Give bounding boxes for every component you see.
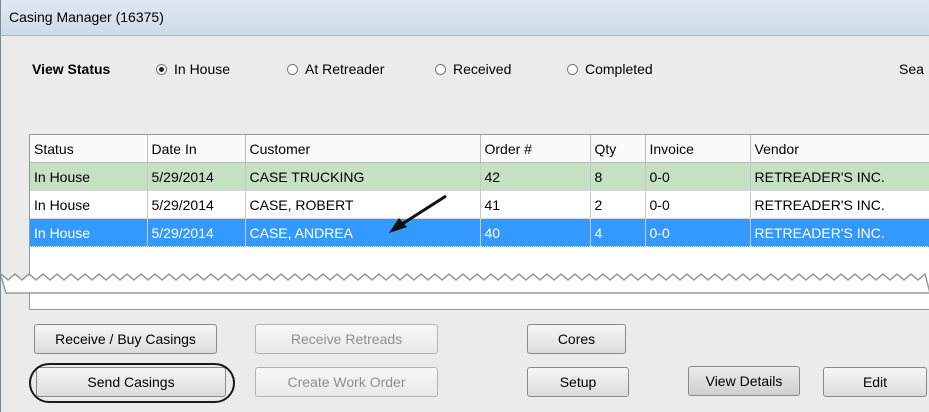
- radio-icon: [567, 64, 578, 75]
- table-row-selected[interactable]: In House 5/29/2014 CASE, ANDREA 40 4 0-0…: [30, 218, 929, 247]
- create-work-order-button[interactable]: Create Work Order: [255, 367, 438, 397]
- column-header-customer[interactable]: Customer: [245, 135, 481, 163]
- edit-button[interactable]: Edit: [823, 367, 927, 397]
- cell-vendor: RETREADER'S INC.: [750, 162, 929, 191]
- cell-qty: 4: [590, 218, 646, 247]
- cell-status: In House: [30, 190, 148, 219]
- cell-date-in: 5/29/2014: [147, 190, 246, 219]
- view-details-button[interactable]: View Details: [688, 366, 800, 396]
- cell-invoice: 0-0: [645, 190, 751, 219]
- title-bar: Casing Manager (16375): [1, 0, 929, 36]
- receive-retreads-button[interactable]: Receive Retreads: [255, 324, 438, 354]
- table-row[interactable]: In House 5/29/2014 CASE, ROBERT 41 2 0-0…: [30, 190, 929, 219]
- cell-order: 42: [480, 162, 591, 191]
- column-header-invoice[interactable]: Invoice: [645, 135, 751, 163]
- radio-received[interactable]: Received: [435, 61, 511, 77]
- cell-invoice: 0-0: [645, 162, 751, 191]
- receive-buy-casings-button[interactable]: Receive / Buy Casings: [34, 324, 217, 354]
- radio-icon: [435, 64, 446, 75]
- table-row[interactable]: In House 5/29/2014 CASE TRUCKING 42 8 0-…: [30, 162, 929, 191]
- cell-qty: 8: [590, 162, 646, 191]
- radio-completed[interactable]: Completed: [567, 61, 653, 77]
- cell-qty: 2: [590, 190, 646, 219]
- cores-button[interactable]: Cores: [527, 324, 626, 354]
- cell-status: In House: [30, 218, 148, 247]
- radio-in-house[interactable]: In House: [156, 61, 230, 77]
- column-header-status[interactable]: Status: [30, 135, 148, 163]
- casing-manager-window: Casing Manager (16375) View Status In Ho…: [0, 0, 929, 412]
- search-label: Sea: [899, 61, 924, 77]
- cell-customer: CASE TRUCKING: [245, 162, 481, 191]
- callout-oval: [29, 363, 235, 403]
- cell-order: 41: [480, 190, 591, 219]
- torn-edge-divider: [1, 272, 929, 294]
- column-header-qty[interactable]: Qty: [590, 135, 646, 163]
- column-header-vendor[interactable]: Vendor: [750, 135, 929, 163]
- callout-arrow: [389, 194, 447, 233]
- table-header-row: Status Date In Customer Order # Qty Invo…: [30, 135, 929, 163]
- cell-date-in: 5/29/2014: [147, 218, 246, 247]
- cell-status: In House: [30, 162, 148, 191]
- view-status-label: View Status: [32, 61, 111, 77]
- radio-icon: [287, 64, 298, 75]
- cell-date-in: 5/29/2014: [147, 162, 246, 191]
- radio-selected-icon: [156, 64, 167, 75]
- cell-invoice: 0-0: [645, 218, 751, 247]
- setup-button[interactable]: Setup: [527, 367, 629, 397]
- column-header-order[interactable]: Order #: [480, 135, 591, 163]
- window-title: Casing Manager (16375): [9, 9, 164, 25]
- column-header-date-in[interactable]: Date In: [147, 135, 246, 163]
- cell-vendor: RETREADER'S INC.: [750, 218, 929, 247]
- cell-vendor: RETREADER'S INC.: [750, 190, 929, 219]
- cell-order: 40: [480, 218, 591, 247]
- radio-at-retreader[interactable]: At Retreader: [287, 61, 384, 77]
